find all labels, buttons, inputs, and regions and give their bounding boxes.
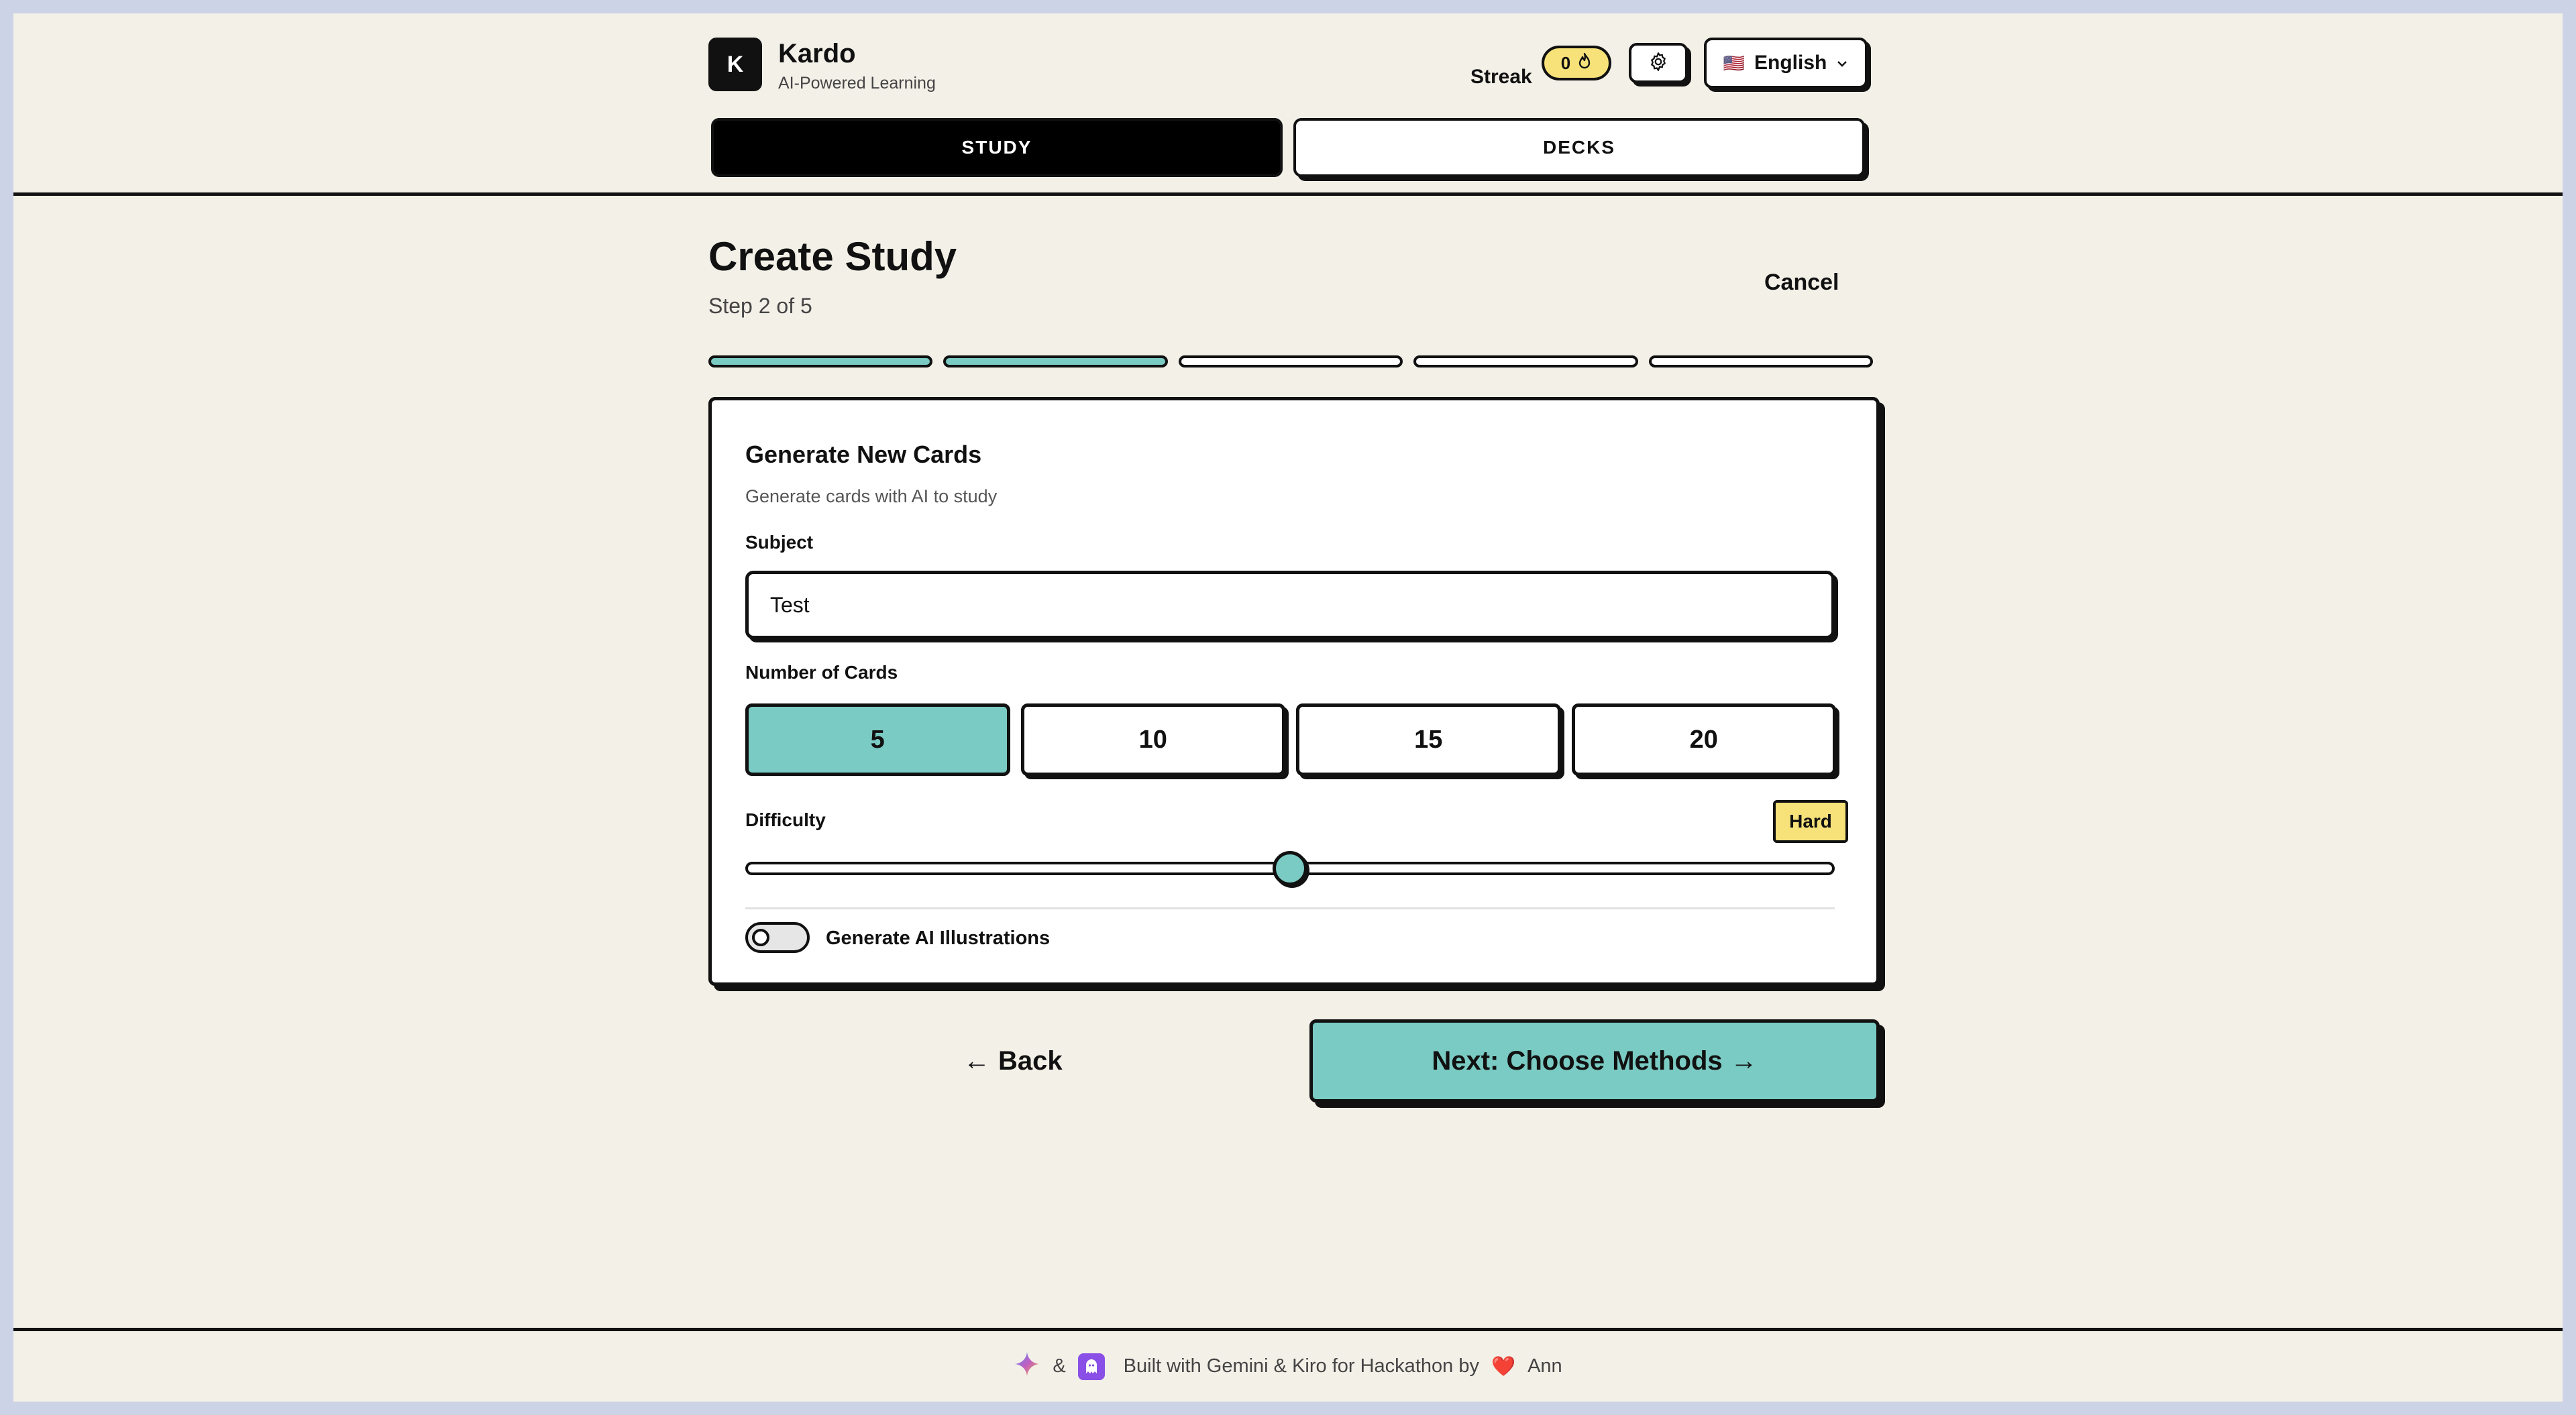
flag-us-icon: 🇺🇸 <box>1723 52 1746 73</box>
gemini-sparkle-icon <box>1014 1351 1040 1383</box>
step-bar <box>708 355 933 367</box>
illustrations-toggle-label: Generate AI Illustrations <box>826 927 1051 949</box>
app-window: K Kardo AI-Powered Learning Streak 0 🇺🇸 … <box>13 13 2563 1402</box>
panel-title: Generate New Cards <box>745 441 982 468</box>
app-header: K Kardo AI-Powered Learning Streak 0 🇺🇸 … <box>13 13 2563 196</box>
chevron-down-icon <box>1836 54 1848 72</box>
step-bar <box>1413 355 1638 367</box>
footer: & Built with Gemini & Kiro for Hackathon… <box>13 1328 2563 1402</box>
streak-badge: 0 <box>1542 46 1611 80</box>
app-subtitle: AI-Powered Learning <box>778 74 936 93</box>
panel-description: Generate cards with AI to study <box>745 486 998 506</box>
card-count-option[interactable]: 15 <box>1296 703 1561 776</box>
card-count-option[interactable]: 5 <box>745 703 1010 776</box>
card-count-label: Number of Cards <box>745 662 898 683</box>
streak-label: Streak <box>1470 66 1532 88</box>
difficulty-slider-thumb[interactable] <box>1273 851 1307 886</box>
subject-input[interactable] <box>745 571 1835 639</box>
next-button-label: Next: Choose Methods <box>1432 1045 1723 1076</box>
subject-label: Subject <box>745 532 814 553</box>
difficulty-label: Difficulty <box>745 809 826 830</box>
language-select[interactable]: 🇺🇸 English <box>1704 38 1868 89</box>
tab-decks[interactable]: DECKS <box>1293 118 1865 177</box>
step-progress <box>708 355 1874 367</box>
app-logo: K <box>708 38 762 91</box>
streak-count: 0 <box>1560 52 1571 73</box>
flame-icon <box>1577 52 1592 74</box>
step-indicator: Step 2 of 5 <box>708 294 812 318</box>
settings-button[interactable] <box>1629 43 1688 83</box>
arrow-left-icon: ← <box>963 1046 990 1076</box>
heart-icon: ❤️ <box>1491 1355 1516 1377</box>
step-bar <box>1648 355 1874 367</box>
next-button[interactable]: Next: Choose Methods → <box>1309 1019 1880 1102</box>
cancel-button[interactable]: Cancel <box>1764 270 1839 296</box>
card-count-options: 5 10 15 20 <box>745 703 1836 779</box>
step-bar <box>1178 355 1403 367</box>
generate-cards-panel: Generate New Cards Generate cards with A… <box>708 397 1880 986</box>
language-label: English <box>1754 52 1827 74</box>
step-bar <box>943 355 1168 367</box>
footer-ampersand: & <box>1053 1355 1066 1377</box>
back-button[interactable]: ← Back <box>963 1046 1063 1076</box>
illustrations-toggle[interactable] <box>745 922 810 953</box>
card-count-option[interactable]: 20 <box>1571 703 1836 776</box>
back-button-label: Back <box>998 1046 1063 1076</box>
footer-author: Ann <box>1527 1355 1562 1377</box>
divider <box>745 907 1835 909</box>
arrow-right-icon: → <box>1730 1045 1758 1076</box>
gear-icon <box>1648 52 1668 75</box>
kiro-ghost-icon <box>1077 1353 1105 1380</box>
card-count-option[interactable]: 10 <box>1020 703 1285 776</box>
difficulty-badge: Hard <box>1773 800 1848 843</box>
app-title: Kardo <box>778 39 856 68</box>
tab-study[interactable]: STUDY <box>711 118 1283 177</box>
footer-credit: Built with Gemini & Kiro for Hackathon b… <box>1123 1355 1479 1377</box>
toggle-knob <box>752 929 769 946</box>
page-title: Create Study <box>708 234 957 279</box>
